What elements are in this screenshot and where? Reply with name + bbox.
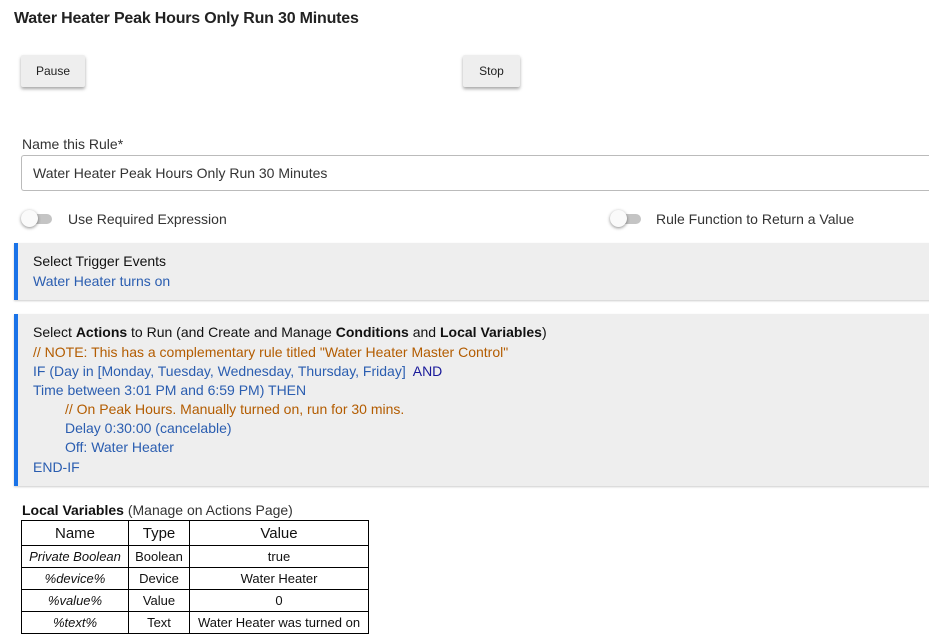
rule-name-label: Name this Rule* [22, 136, 124, 152]
table-row: Private Boolean Boolean true [21, 545, 369, 568]
table-row: %device% Device Water Heater [21, 567, 369, 590]
rule-name-input[interactable] [21, 155, 929, 191]
page-title: Water Heater Peak Hours Only Run 30 Minu… [14, 10, 359, 27]
off-action-line: Off: Water Heater [65, 439, 174, 455]
actions-heading: Select Actions to Run (and Create and Ma… [33, 324, 547, 340]
required-expression-label: Use Required Expression [68, 211, 227, 227]
return-value-label: Rule Function to Return a Value [656, 211, 855, 227]
variable-type-cell: Device [128, 567, 190, 590]
time-condition-line: Time between 3:01 PM and 6:59 PM) THEN [33, 382, 307, 398]
variable-name-cell: %value% [21, 589, 129, 612]
and-operator: AND [412, 363, 443, 379]
end-if-line: END-IF [33, 459, 80, 475]
trigger-events-heading: Select Trigger Events [33, 253, 167, 269]
variable-type-cell: Boolean [128, 545, 190, 568]
pause-button[interactable]: Pause [21, 55, 85, 87]
table-header-row: Name Type Value [21, 520, 369, 546]
toggle-knob [21, 210, 38, 227]
variable-value-cell: Water Heater [189, 567, 369, 590]
required-expression-toggle[interactable] [21, 210, 53, 227]
trigger-event-item: Water Heater turns on [33, 273, 171, 289]
toggle-knob [610, 210, 627, 227]
peak-hours-comment-line: // On Peak Hours. Manually turned on, ru… [65, 401, 405, 417]
variable-name-cell: %device% [21, 567, 129, 590]
variable-name-cell: %text% [21, 611, 129, 634]
return-value-toggle[interactable] [610, 210, 642, 227]
column-header-type: Type [128, 520, 190, 546]
table-row: %text% Text Water Heater was turned on [21, 611, 369, 634]
delay-action-line: Delay 0:30:00 (cancelable) [65, 420, 232, 436]
note-comment-line: // NOTE: This has a complementary rule t… [33, 344, 509, 360]
trigger-events-panel[interactable]: Select Trigger Events Water Heater turns… [14, 243, 929, 300]
column-header-value: Value [189, 520, 369, 546]
variable-value-cell: 0 [189, 589, 369, 612]
column-header-name: Name [21, 520, 129, 546]
stop-button[interactable]: Stop [463, 55, 520, 87]
variable-type-cell: Text [128, 611, 190, 634]
variable-name-cell: Private Boolean [21, 545, 129, 568]
local-variables-table: Name Type Value Private Boolean Boolean … [21, 520, 369, 634]
if-condition-line: IF (Day in [Monday, Tuesday, Wednesday, … [33, 363, 443, 379]
table-row: %value% Value 0 [21, 589, 369, 612]
actions-panel[interactable]: Select Actions to Run (and Create and Ma… [14, 314, 929, 486]
local-variables-heading: Local Variables (Manage on Actions Page) [22, 502, 293, 518]
variable-value-cell: true [189, 545, 369, 568]
variable-type-cell: Value [128, 589, 190, 612]
variable-value-cell: Water Heater was turned on [189, 611, 369, 634]
